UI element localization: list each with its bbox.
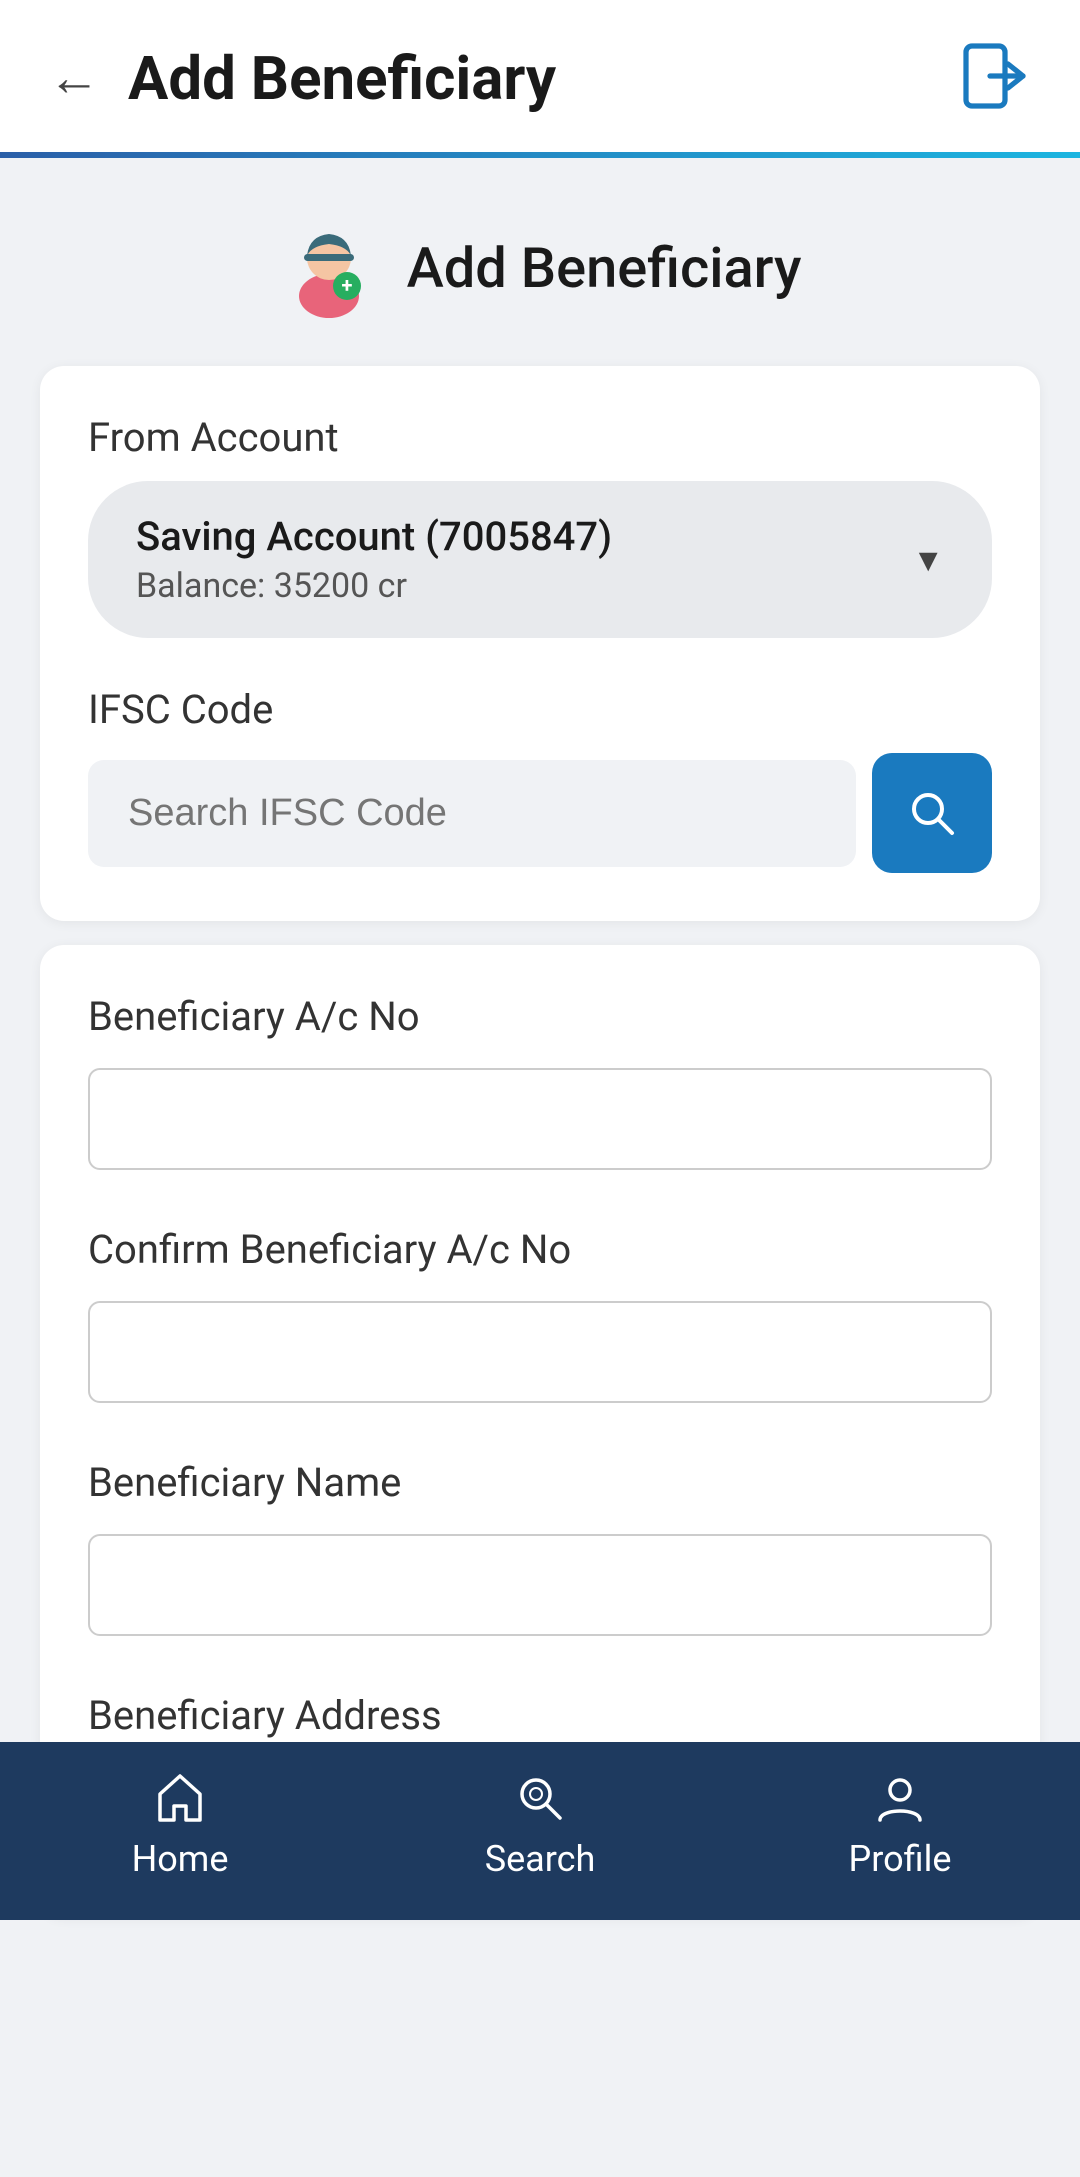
beneficiary-name-field: Beneficiary Name bbox=[88, 1459, 992, 1636]
account-info: Saving Account (7005847) Balance: 35200 … bbox=[136, 513, 612, 606]
from-account-label: From Account bbox=[88, 414, 992, 461]
nav-item-profile[interactable]: Profile bbox=[800, 1770, 1000, 1880]
home-icon bbox=[152, 1770, 208, 1826]
dropdown-arrow-icon: ▼ bbox=[912, 541, 944, 579]
logout-button[interactable] bbox=[960, 40, 1032, 116]
beneficiary-ac-field: Beneficiary A/c No bbox=[88, 993, 992, 1170]
header-left: ← Add Beneficiary bbox=[48, 43, 556, 114]
beneficiary-address-label: Beneficiary Address bbox=[88, 1692, 992, 1739]
svg-text:+: + bbox=[341, 273, 352, 297]
search-nav-icon bbox=[512, 1770, 568, 1826]
confirm-ac-field: Confirm Beneficiary A/c No bbox=[88, 1226, 992, 1403]
ifsc-input-row bbox=[88, 753, 992, 873]
search-nav-label: Search bbox=[485, 1838, 596, 1880]
ifsc-label: IFSC Code bbox=[88, 686, 992, 733]
profile-nav-label: Profile bbox=[849, 1838, 952, 1880]
subtitle-text: Add Beneficiary bbox=[407, 235, 802, 301]
account-card: From Account Saving Account (7005847) Ba… bbox=[40, 366, 1040, 921]
account-dropdown[interactable]: Saving Account (7005847) Balance: 35200 … bbox=[88, 481, 992, 638]
ifsc-search-button[interactable] bbox=[872, 753, 992, 873]
account-balance: Balance: 35200 cr bbox=[136, 566, 612, 606]
ifsc-input[interactable] bbox=[88, 760, 856, 867]
nav-item-search[interactable]: Search bbox=[440, 1770, 640, 1880]
nav-item-home[interactable]: Home bbox=[80, 1770, 280, 1880]
page-subtitle-area: + Add Beneficiary bbox=[40, 218, 1040, 318]
search-icon bbox=[904, 785, 960, 841]
bottom-nav: Home Search Profile bbox=[0, 1742, 1080, 1920]
beneficiary-ac-label: Beneficiary A/c No bbox=[88, 993, 992, 1040]
app-header: ← Add Beneficiary bbox=[0, 0, 1080, 158]
confirm-ac-input[interactable] bbox=[88, 1301, 992, 1403]
home-nav-label: Home bbox=[132, 1838, 229, 1880]
beneficiary-name-label: Beneficiary Name bbox=[88, 1459, 992, 1506]
add-beneficiary-avatar: + bbox=[279, 218, 379, 318]
beneficiary-ac-input[interactable] bbox=[88, 1068, 992, 1170]
confirm-ac-label: Confirm Beneficiary A/c No bbox=[88, 1226, 992, 1273]
profile-icon bbox=[872, 1770, 928, 1826]
back-button[interactable]: ← bbox=[48, 52, 100, 104]
page-title: Add Beneficiary bbox=[128, 43, 556, 114]
account-name: Saving Account (7005847) bbox=[136, 513, 612, 560]
ifsc-section: IFSC Code bbox=[88, 686, 992, 873]
beneficiary-name-input[interactable] bbox=[88, 1534, 992, 1636]
